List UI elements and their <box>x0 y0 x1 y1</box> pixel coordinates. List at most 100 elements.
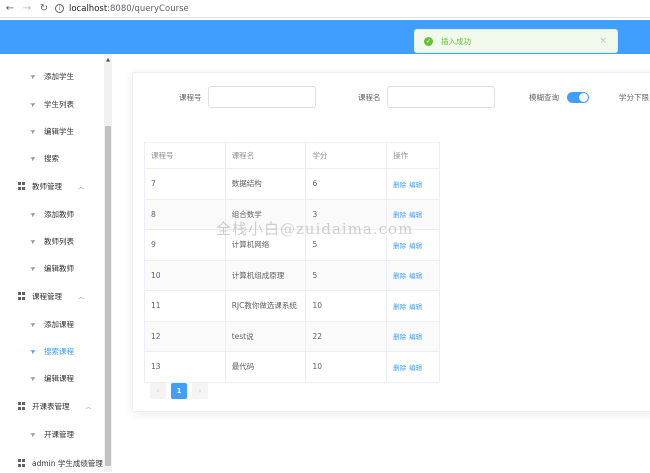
fuzzy-toggle[interactable] <box>567 91 589 103</box>
sidebar-item[interactable]: ➤ 学生列表 <box>0 94 104 114</box>
sidebar-item[interactable]: admin 学生成绩管理 <box>0 453 104 473</box>
sidebar-item-label: 搜索课程 <box>44 346 74 356</box>
edit-button[interactable]: 编辑 <box>409 362 422 372</box>
edit-button[interactable]: 编辑 <box>409 331 422 341</box>
paper-plane-icon: ➤ <box>28 71 38 82</box>
cell-course-name: 数据结构 <box>225 169 307 200</box>
paper-plane-icon: ➤ <box>28 263 38 274</box>
paper-plane-icon: ➤ <box>28 346 38 357</box>
paper-plane-icon: ➤ <box>28 153 38 164</box>
page-number-button[interactable]: 1 <box>171 383 187 399</box>
delete-button[interactable]: 删除 <box>393 240 406 250</box>
cell-credit: 6 <box>306 169 388 200</box>
grid-icon <box>18 459 26 467</box>
sidebar-item[interactable]: 课程管理 ︿ <box>0 286 104 306</box>
scrollbar-thumb[interactable] <box>105 126 111 466</box>
table-row: 11 RJC教你做选课系统 10 删除 编辑 <box>145 291 440 322</box>
sidebar-item[interactable]: 教师管理 ︿ <box>0 176 104 196</box>
reload-icon[interactable]: ↻ <box>37 2 51 16</box>
cell-actions: 删除 编辑 <box>387 321 440 352</box>
grid-icon <box>18 292 26 300</box>
sidebar-item[interactable]: 开课表管理 ︿ <box>0 396 104 416</box>
cell-course-name: 最代码 <box>225 352 307 383</box>
course-name-search: 课程名 <box>358 86 495 108</box>
sidebar-item[interactable]: ➤ 添加教师 <box>0 204 104 224</box>
cell-actions: 删除 编辑 <box>387 352 440 383</box>
table-row: 12 test说 22 删除 编辑 <box>145 321 440 352</box>
paper-plane-icon: ➤ <box>28 236 38 247</box>
table-row: 13 最代码 10 删除 编辑 <box>145 352 440 383</box>
paper-plane-icon: ➤ <box>28 373 38 384</box>
cell-course-id: 7 <box>145 169 226 200</box>
cell-credit: 5 <box>306 260 388 291</box>
chevron-up-icon[interactable]: ︿ <box>78 292 84 301</box>
table-header-row: 课程号 课程名 学分 操作 <box>145 143 440 169</box>
cell-course-id: 12 <box>145 321 226 352</box>
delete-button[interactable]: 删除 <box>393 331 406 341</box>
sidebar-item[interactable]: ➤ 教师列表 <box>0 231 104 251</box>
grid-icon <box>18 402 26 410</box>
delete-button[interactable]: 删除 <box>393 362 406 372</box>
paper-plane-icon: ➤ <box>28 429 38 440</box>
sidebar-item[interactable]: ➤ 编辑教师 <box>0 258 104 278</box>
delete-button[interactable]: 删除 <box>393 301 406 311</box>
course-id-label: 课程号 <box>179 92 202 102</box>
sidebar-item-label: 教师列表 <box>44 236 74 246</box>
cell-credit: 22 <box>306 321 388 352</box>
url-path: :8080/queryCourse <box>107 3 189 14</box>
paper-plane-icon: ➤ <box>28 126 38 137</box>
sidebar-item-label: 编辑教师 <box>44 263 74 273</box>
sidebar-item[interactable]: ➤ 搜索课程 <box>0 341 104 361</box>
success-toast: ✓ 插入成功 × <box>414 29 618 53</box>
cell-actions: 删除 编辑 <box>387 291 440 322</box>
sidebar-item[interactable]: ➤ 添加课程 <box>0 314 104 334</box>
sidebar-menu: ➤ 添加学生 ➤ 学生列表 ➤ 编辑学生 ➤ 搜索 教师管理 ︿ ➤ 添加教师 ➤ 教师列表 ➤ 编辑教师 课程… <box>0 54 104 472</box>
check-circle-icon: ✓ <box>424 36 433 46</box>
sidebar-item[interactable]: ➤ 搜索 <box>0 148 104 168</box>
edit-button[interactable]: 编辑 <box>409 270 422 280</box>
delete-button[interactable]: 删除 <box>393 270 406 280</box>
cell-credit: 10 <box>306 352 388 383</box>
header-actions: 操作 <box>387 143 440 169</box>
forward-arrow-icon[interactable]: → <box>20 2 34 16</box>
sidebar-item[interactable]: ➤ 编辑课程 <box>0 368 104 388</box>
fuzzy-search: 模糊查询 <box>529 86 589 108</box>
paper-plane-icon: ➤ <box>28 319 38 330</box>
scroll-up-icon[interactable]: ▲ <box>104 56 112 64</box>
sidebar-item-label: 编辑课程 <box>44 373 74 383</box>
sidebar-item-label: admin 学生成绩管理 <box>32 458 103 468</box>
sidebar-item[interactable]: ➤ 开课管理 <box>0 424 104 444</box>
sidebar-item-label: 编辑学生 <box>44 126 74 136</box>
delete-button[interactable]: 删除 <box>393 179 406 189</box>
fuzzy-label: 模糊查询 <box>529 92 559 102</box>
cell-course-name: RJC教你做选课系统 <box>225 291 307 322</box>
sidebar-item[interactable]: ➤ 添加学生 <box>0 66 104 86</box>
prev-page-button[interactable]: ‹ <box>150 383 166 399</box>
sidebar-item-label: 添加课程 <box>44 319 74 329</box>
sidebar-item-label: 搜索 <box>44 153 59 163</box>
edit-button[interactable]: 编辑 <box>409 240 422 250</box>
table-row: 10 计算机组成原理 5 删除 编辑 <box>145 260 440 291</box>
chevron-up-icon[interactable]: ︿ <box>78 182 84 191</box>
next-page-button[interactable]: › <box>192 383 208 399</box>
close-icon[interactable]: × <box>599 36 607 46</box>
course-id-search: 课程号 <box>179 86 316 108</box>
cell-course-id: 8 <box>145 199 226 230</box>
browser-toolbar: ← → ↻ i localhost:8080/queryCourse <box>0 0 650 18</box>
back-arrow-icon[interactable]: ← <box>3 2 17 16</box>
edit-button[interactable]: 编辑 <box>409 301 422 311</box>
header-course-name: 课程名 <box>225 143 307 169</box>
sidebar-item[interactable]: ➤ 编辑学生 <box>0 121 104 141</box>
course-name-input[interactable] <box>386 86 495 108</box>
sidebar-item-label: 课程管理 <box>32 291 62 301</box>
edit-button[interactable]: 编辑 <box>409 179 422 189</box>
watermark: 全栈小白@zuidaima.com <box>216 220 414 238</box>
cell-credit: 10 <box>306 291 388 322</box>
chevron-up-icon[interactable]: ︿ <box>86 402 92 411</box>
sidebar-item-label: 开课表管理 <box>32 401 70 411</box>
address-bar[interactable]: i localhost:8080/queryCourse <box>55 4 189 14</box>
sidebar-item-label: 学生列表 <box>44 99 74 109</box>
url-host: localhost <box>69 3 108 14</box>
paper-plane-icon: ➤ <box>28 209 38 220</box>
course-id-input[interactable] <box>207 86 316 108</box>
